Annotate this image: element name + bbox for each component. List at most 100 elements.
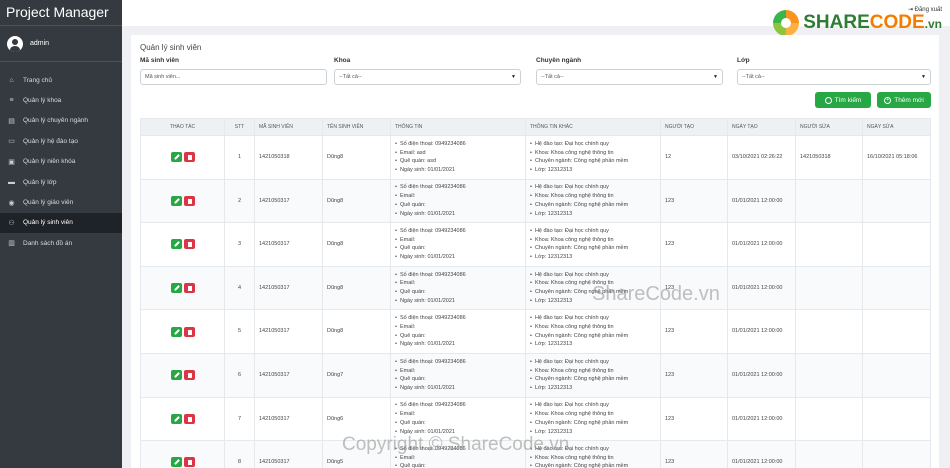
cell-edited-date (862, 440, 931, 468)
list-item: Ngày sinh: 01/01/2021 (395, 210, 521, 219)
faculty-select[interactable]: --Tất cả-- ▼ (334, 69, 521, 85)
cell-creator: 123 (660, 352, 728, 398)
edit-icon[interactable] (170, 152, 182, 163)
list-item: Số điện thoại: 0949234086 (395, 227, 521, 236)
cell-edited-date (862, 396, 931, 442)
filter-major-label: Chuyên ngành (536, 57, 582, 64)
cell-other-info: Hệ đào tạo: Đại học chính quyKhoa: Khoa … (525, 222, 661, 267)
delete-icon[interactable] (183, 413, 195, 424)
edit-icon[interactable] (170, 283, 182, 293)
user-panel[interactable]: admin (0, 26, 122, 62)
sidebar-item-label: Trang chủ (23, 76, 53, 84)
filter-major: Chuyên ngành --Tất cả-- ▼ (536, 57, 723, 85)
list-item: Email: asd (395, 149, 521, 158)
edit-icon[interactable] (170, 195, 182, 206)
cell-other-info: Hệ đào tạo: Đại học chính quyKhoa: Khoa … (525, 135, 661, 180)
edit-icon[interactable] (170, 239, 182, 250)
list-item: Quê quán: (395, 375, 521, 384)
cell-edited-date (862, 178, 931, 224)
list-item: Lớp: 12312313 (530, 210, 656, 219)
cell-creator: 123 (660, 396, 728, 442)
row-actions (140, 440, 225, 468)
cell-editor: 1421050318 (795, 135, 863, 180)
list-item: Khoa: Khoa công nghệ thông tin (530, 367, 656, 376)
chevron-down-icon: ▼ (921, 74, 926, 80)
delete-icon[interactable] (183, 370, 195, 381)
sidebar-item[interactable]: ▬ Quản lý lớp (0, 172, 122, 192)
sidebar-item[interactable]: ▥ Danh sách đồ án (0, 233, 122, 253)
list-icon: ≡ (9, 97, 14, 105)
sidebar-item[interactable]: ▭ Quản lý hệ đào tạo (0, 131, 122, 151)
delete-icon[interactable] (183, 239, 195, 250)
delete-icon[interactable] (183, 326, 195, 337)
delete-icon[interactable] (183, 457, 195, 468)
sidebar-item[interactable]: ≡ Quản lý khoa (0, 90, 122, 110)
sidebar-item[interactable]: ⚇ Quản lý sinh viên (0, 212, 122, 234)
sidebar-item[interactable]: ⌂ Trang chủ (0, 70, 122, 90)
row-actions (140, 178, 225, 224)
cell-info: Số điện thoại: 0949234086Email:Quê quán:… (390, 178, 526, 224)
cell-student-id: 1421050318 (254, 135, 323, 180)
students-table: THAO TÁC STT MÃ SINH VIÊN TÊN SINH VIÊN THÔN… (140, 118, 931, 468)
cell-edited-date (862, 222, 931, 267)
app-title: Project Manager (0, 0, 122, 26)
class-select[interactable]: --Tất cả-- ▼ (737, 69, 931, 85)
column-header: TÊN SINH VIÊN (322, 118, 391, 136)
folder-icon: ▬ (8, 178, 15, 186)
cell-edited-date (862, 265, 931, 311)
cell-creator: 123 (660, 178, 728, 224)
row-actions (140, 222, 225, 267)
table-row: 31421050317Dũng8Số điện thoại: 094923408… (140, 222, 931, 267)
sidebar-item[interactable]: ◉ Quản lý giáo viên (0, 192, 122, 212)
list-item: Lớp: 12312313 (530, 384, 656, 393)
sidebar-item-label: Quản lý sinh viên (23, 219, 73, 227)
major-select[interactable]: --Tất cả-- ▼ (536, 69, 723, 85)
table-icon: ▤ (8, 117, 15, 125)
cell-student-name: Dũng8 (322, 309, 391, 354)
list-item: Ngày sinh: 01/01/2021 (395, 384, 521, 393)
filter-faculty-label: Khoa (334, 57, 351, 64)
sidebar-item[interactable]: ▤ Quản lý chuyên ngành (0, 111, 122, 131)
table-row: 11421050318Dũng8Số điện thoại: 094923408… (140, 135, 931, 180)
filter-class-label: Lớp (737, 57, 750, 64)
sidebar-item-label: Quản lý hệ đào tạo (23, 137, 78, 145)
row-actions (140, 396, 225, 442)
list-item: Ngày sinh: 01/01/2021 (395, 166, 521, 175)
cell-created-date: 01/01/2021 12:00:00 (727, 396, 796, 442)
sidebar-item-label: Quản lý khoa (23, 97, 62, 105)
list-item: Hệ đào tạo: Đại học chính quy (530, 401, 656, 410)
cell-creator: 123 (660, 440, 728, 468)
column-header: MÃ SINH VIÊN (254, 118, 323, 136)
home-icon: ⌂ (9, 76, 14, 84)
cell-editor (795, 265, 863, 311)
edit-icon[interactable] (170, 457, 182, 468)
delete-icon[interactable] (183, 152, 195, 163)
column-header: THÔNG TIN (390, 118, 526, 136)
delete-icon[interactable] (183, 195, 195, 206)
cell-student-name: Dũng8 (322, 222, 391, 267)
list-item: Email: (395, 192, 521, 201)
list-item: Hệ đào tạo: Đại học chính quy (530, 183, 656, 192)
delete-icon[interactable] (183, 283, 195, 293)
cell-edited-date (862, 309, 931, 354)
list-item: Số điện thoại: 0949234086 (395, 140, 521, 149)
edit-icon[interactable] (170, 413, 182, 424)
sidebar-item[interactable]: ▣ Quản lý niên khóa (0, 152, 122, 172)
cell-student-id: 1421050317 (254, 222, 323, 267)
table-header-row: THAO TÁC STT MÃ SINH VIÊN TÊN SINH VIÊN THÔN… (140, 118, 931, 136)
cell-editor (795, 222, 863, 267)
student-id-input[interactable]: Mã sinh viên... (140, 69, 327, 85)
list-item: Số điện thoại: 0949234086 (395, 183, 521, 192)
plus-icon: + (884, 96, 892, 104)
search-button[interactable]: Tìm kiếm (815, 92, 871, 108)
add-button[interactable]: + Thêm mới (877, 92, 931, 108)
row-actions (140, 352, 225, 398)
table-body: 11421050318Dũng8Số điện thoại: 094923408… (140, 135, 931, 468)
edit-icon[interactable] (170, 370, 182, 381)
window-icon: ▣ (8, 158, 15, 166)
list-item: Quê quán: (395, 201, 521, 210)
cell-info: Số điện thoại: 0949234086Email:Quê quán:… (390, 265, 526, 311)
cell-created-date: 01/01/2021 12:00:00 (727, 178, 796, 224)
edit-icon[interactable] (170, 326, 182, 337)
cell-created-date: 03/10/2021 02:26:22 (727, 135, 796, 180)
